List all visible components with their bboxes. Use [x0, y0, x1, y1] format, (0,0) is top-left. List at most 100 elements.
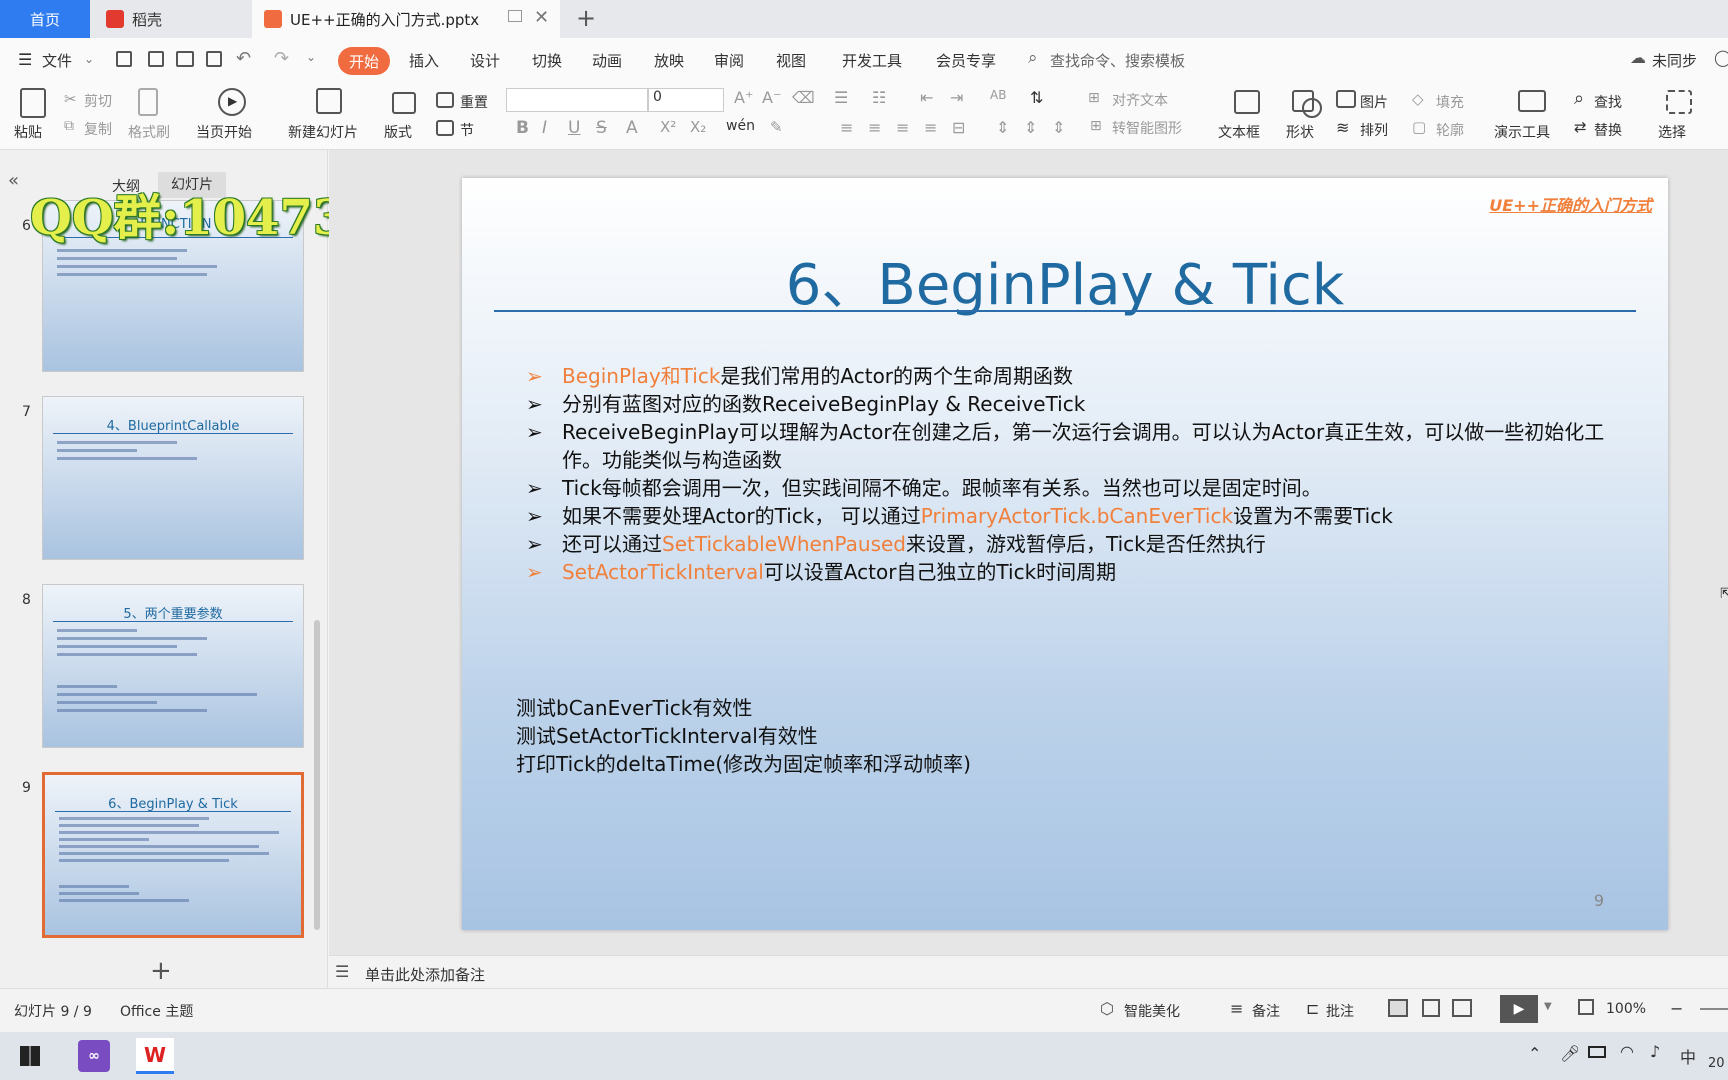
- notes-toggle-button[interactable]: 备注: [1252, 1001, 1280, 1021]
- menu-start[interactable]: 开始: [338, 47, 390, 75]
- zoom-out-icon[interactable]: −: [1670, 999, 1683, 1018]
- zoom-slider[interactable]: [1700, 1008, 1728, 1010]
- menu-slideshow[interactable]: 放映: [654, 50, 684, 71]
- collapse-panel-icon[interactable]: «: [8, 170, 19, 191]
- arrange-button[interactable]: 排列: [1360, 120, 1388, 140]
- outline-button[interactable]: 轮廓: [1436, 120, 1464, 140]
- slide-title[interactable]: 6、BeginPlay & Tick: [462, 240, 1668, 321]
- test-line[interactable]: 打印Tick的deltaTime(修改为固定帧率和浮动帧率): [516, 750, 971, 778]
- redo-icon[interactable]: ↷: [274, 48, 289, 69]
- sorter-view-icon[interactable]: [1422, 999, 1440, 1017]
- strikethrough-icon[interactable]: S: [596, 118, 607, 138]
- increase-indent-icon[interactable]: ⇥: [950, 88, 963, 107]
- bullet[interactable]: ➢ Tick每帧都会调用一次，但实践间隔不确定。跟帧率有关系。当然也可以是固定时…: [526, 474, 1606, 502]
- play-from-current-button[interactable]: 当页开始: [196, 122, 252, 142]
- bullets-icon[interactable]: ☰: [834, 88, 848, 107]
- menu-animation[interactable]: 动画: [592, 50, 622, 71]
- microphone-icon[interactable]: 🎤︎: [1560, 1044, 1580, 1063]
- test-line[interactable]: 测试bCanEverTick有效性: [516, 694, 752, 722]
- slide-thumbnail-9[interactable]: 6、BeginPlay & Tick: [42, 772, 304, 938]
- zoom-level[interactable]: 100%: [1606, 1001, 1646, 1017]
- hamburger-icon[interactable]: ☰: [18, 50, 32, 69]
- underline-icon[interactable]: U: [568, 118, 580, 138]
- text-direction-icon[interactable]: AB: [990, 88, 1006, 102]
- command-search[interactable]: 查找命令、搜索模板: [1050, 50, 1185, 71]
- menu-review[interactable]: 审阅: [714, 50, 744, 71]
- menu-transition[interactable]: 切换: [532, 50, 562, 71]
- reset-button[interactable]: 重置: [460, 92, 488, 112]
- quick-access-dropdown-icon[interactable]: ⌄: [306, 50, 316, 64]
- new-slide-button[interactable]: 新建幻灯片: [288, 122, 358, 142]
- align-right-icon[interactable]: ≡: [896, 118, 909, 137]
- decrease-indent-icon[interactable]: ⇤: [920, 88, 933, 107]
- line-spacing-icon[interactable]: ⇕: [996, 118, 1009, 137]
- picture-button[interactable]: 图片: [1360, 92, 1388, 112]
- bullet[interactable]: ➢ BeginPlay和Tick是我们常用的Actor的两个生命周期函数: [526, 362, 1606, 390]
- bullet[interactable]: ➢ ReceiveBeginPlay可以理解为Actor在创建之后，第一次运行会…: [526, 418, 1606, 474]
- bold-icon[interactable]: B: [516, 118, 529, 138]
- format-painter-button[interactable]: 格式刷: [128, 122, 170, 142]
- theme-name[interactable]: Office 主题: [120, 1001, 193, 1021]
- section-button[interactable]: 节: [460, 120, 474, 140]
- bullet[interactable]: ➢ 分别有蓝图对应的函数ReceiveBeginPlay & ReceiveTi…: [526, 390, 1606, 418]
- select-button[interactable]: 选择: [1658, 122, 1686, 142]
- volume-icon[interactable]: ♪: [1650, 1042, 1660, 1061]
- superscript-icon[interactable]: X²: [660, 118, 676, 136]
- fill-button[interactable]: 填充: [1436, 92, 1464, 112]
- numbering-icon[interactable]: ☷: [872, 88, 886, 107]
- tray-expand-icon[interactable]: ⌃: [1528, 1044, 1541, 1063]
- save-icon[interactable]: [116, 51, 132, 67]
- print-preview-icon[interactable]: [206, 51, 222, 67]
- tab-daoke[interactable]: 稻壳: [96, 0, 246, 38]
- chevron-down-icon[interactable]: ▼: [1544, 1001, 1552, 1012]
- reading-view-icon[interactable]: [1452, 999, 1472, 1017]
- new-tab-icon[interactable]: +: [576, 4, 596, 32]
- copy-button[interactable]: 复制: [84, 119, 112, 139]
- comment-button[interactable]: 批注: [1326, 1001, 1354, 1021]
- bullet[interactable]: ➢ 还可以通过SetTickableWhenPaused来设置，游戏暂停后，Ti…: [526, 530, 1606, 558]
- paste-button[interactable]: 粘贴: [14, 122, 42, 142]
- ime-indicator[interactable]: 中: [1680, 1044, 1696, 1068]
- chevron-down-icon[interactable]: ⌄: [84, 52, 94, 66]
- menu-insert[interactable]: 插入: [409, 50, 439, 71]
- menu-member[interactable]: 会员专享: [936, 50, 996, 71]
- paste-icon[interactable]: [20, 88, 46, 118]
- bullet[interactable]: ➢ 如果不需要处理Actor的Tick， 可以通过PrimaryActorTic…: [526, 502, 1606, 530]
- cut-button[interactable]: 剪切: [84, 91, 112, 111]
- shape-button[interactable]: 形状: [1286, 122, 1314, 142]
- user-icon[interactable]: ◯: [1714, 48, 1728, 67]
- panel-scrollbar[interactable]: [314, 620, 320, 930]
- beautify-button[interactable]: 智能美化: [1124, 1001, 1180, 1021]
- undo-icon[interactable]: ↶: [236, 48, 251, 69]
- shrink-font-icon[interactable]: A⁻: [762, 88, 781, 107]
- replace-button[interactable]: 替换: [1594, 120, 1622, 140]
- subscript-icon[interactable]: X₂: [690, 118, 706, 136]
- play-slideshow-icon[interactable]: ▶: [1500, 995, 1538, 1023]
- clock[interactable]: 20: [1708, 1056, 1725, 1071]
- smart-graphic-button[interactable]: 转智能图形: [1112, 118, 1182, 138]
- normal-view-icon[interactable]: [1388, 999, 1408, 1017]
- visual-studio-icon[interactable]: ∞: [78, 1040, 110, 1072]
- battery-icon[interactable]: [1588, 1046, 1606, 1058]
- window-icon[interactable]: [508, 10, 522, 22]
- distribute-icon[interactable]: ⊟: [952, 118, 965, 137]
- font-name-select[interactable]: [506, 88, 648, 112]
- menu-file[interactable]: 文件: [42, 50, 72, 71]
- menu-view[interactable]: 视图: [776, 50, 806, 71]
- slide[interactable]: UE++正确的入门方式 6、BeginPlay & Tick ➢ BeginPl…: [462, 178, 1668, 930]
- menu-design[interactable]: 设计: [470, 50, 500, 71]
- column-spacing-icon[interactable]: ⇕: [1052, 118, 1065, 137]
- close-tab-icon[interactable]: ✕: [534, 7, 549, 28]
- presentation-tools-button[interactable]: 演示工具: [1494, 122, 1550, 142]
- tab-home[interactable]: 首页: [0, 0, 90, 38]
- justify-icon[interactable]: ≡: [924, 118, 937, 137]
- tab-document[interactable]: UE++正确的入门方式.pptx ✕: [252, 0, 560, 38]
- sort-icon[interactable]: ⇅: [1030, 88, 1043, 107]
- pinyin-icon[interactable]: wén: [726, 118, 755, 134]
- align-left-icon[interactable]: ≡: [840, 118, 853, 137]
- notes-placeholder[interactable]: 单击此处添加备注: [365, 964, 485, 985]
- layout-button[interactable]: 版式: [384, 122, 412, 142]
- export-icon[interactable]: [148, 51, 164, 67]
- grow-font-icon[interactable]: A⁺: [734, 88, 753, 107]
- windows-start-icon[interactable]: [20, 1046, 40, 1066]
